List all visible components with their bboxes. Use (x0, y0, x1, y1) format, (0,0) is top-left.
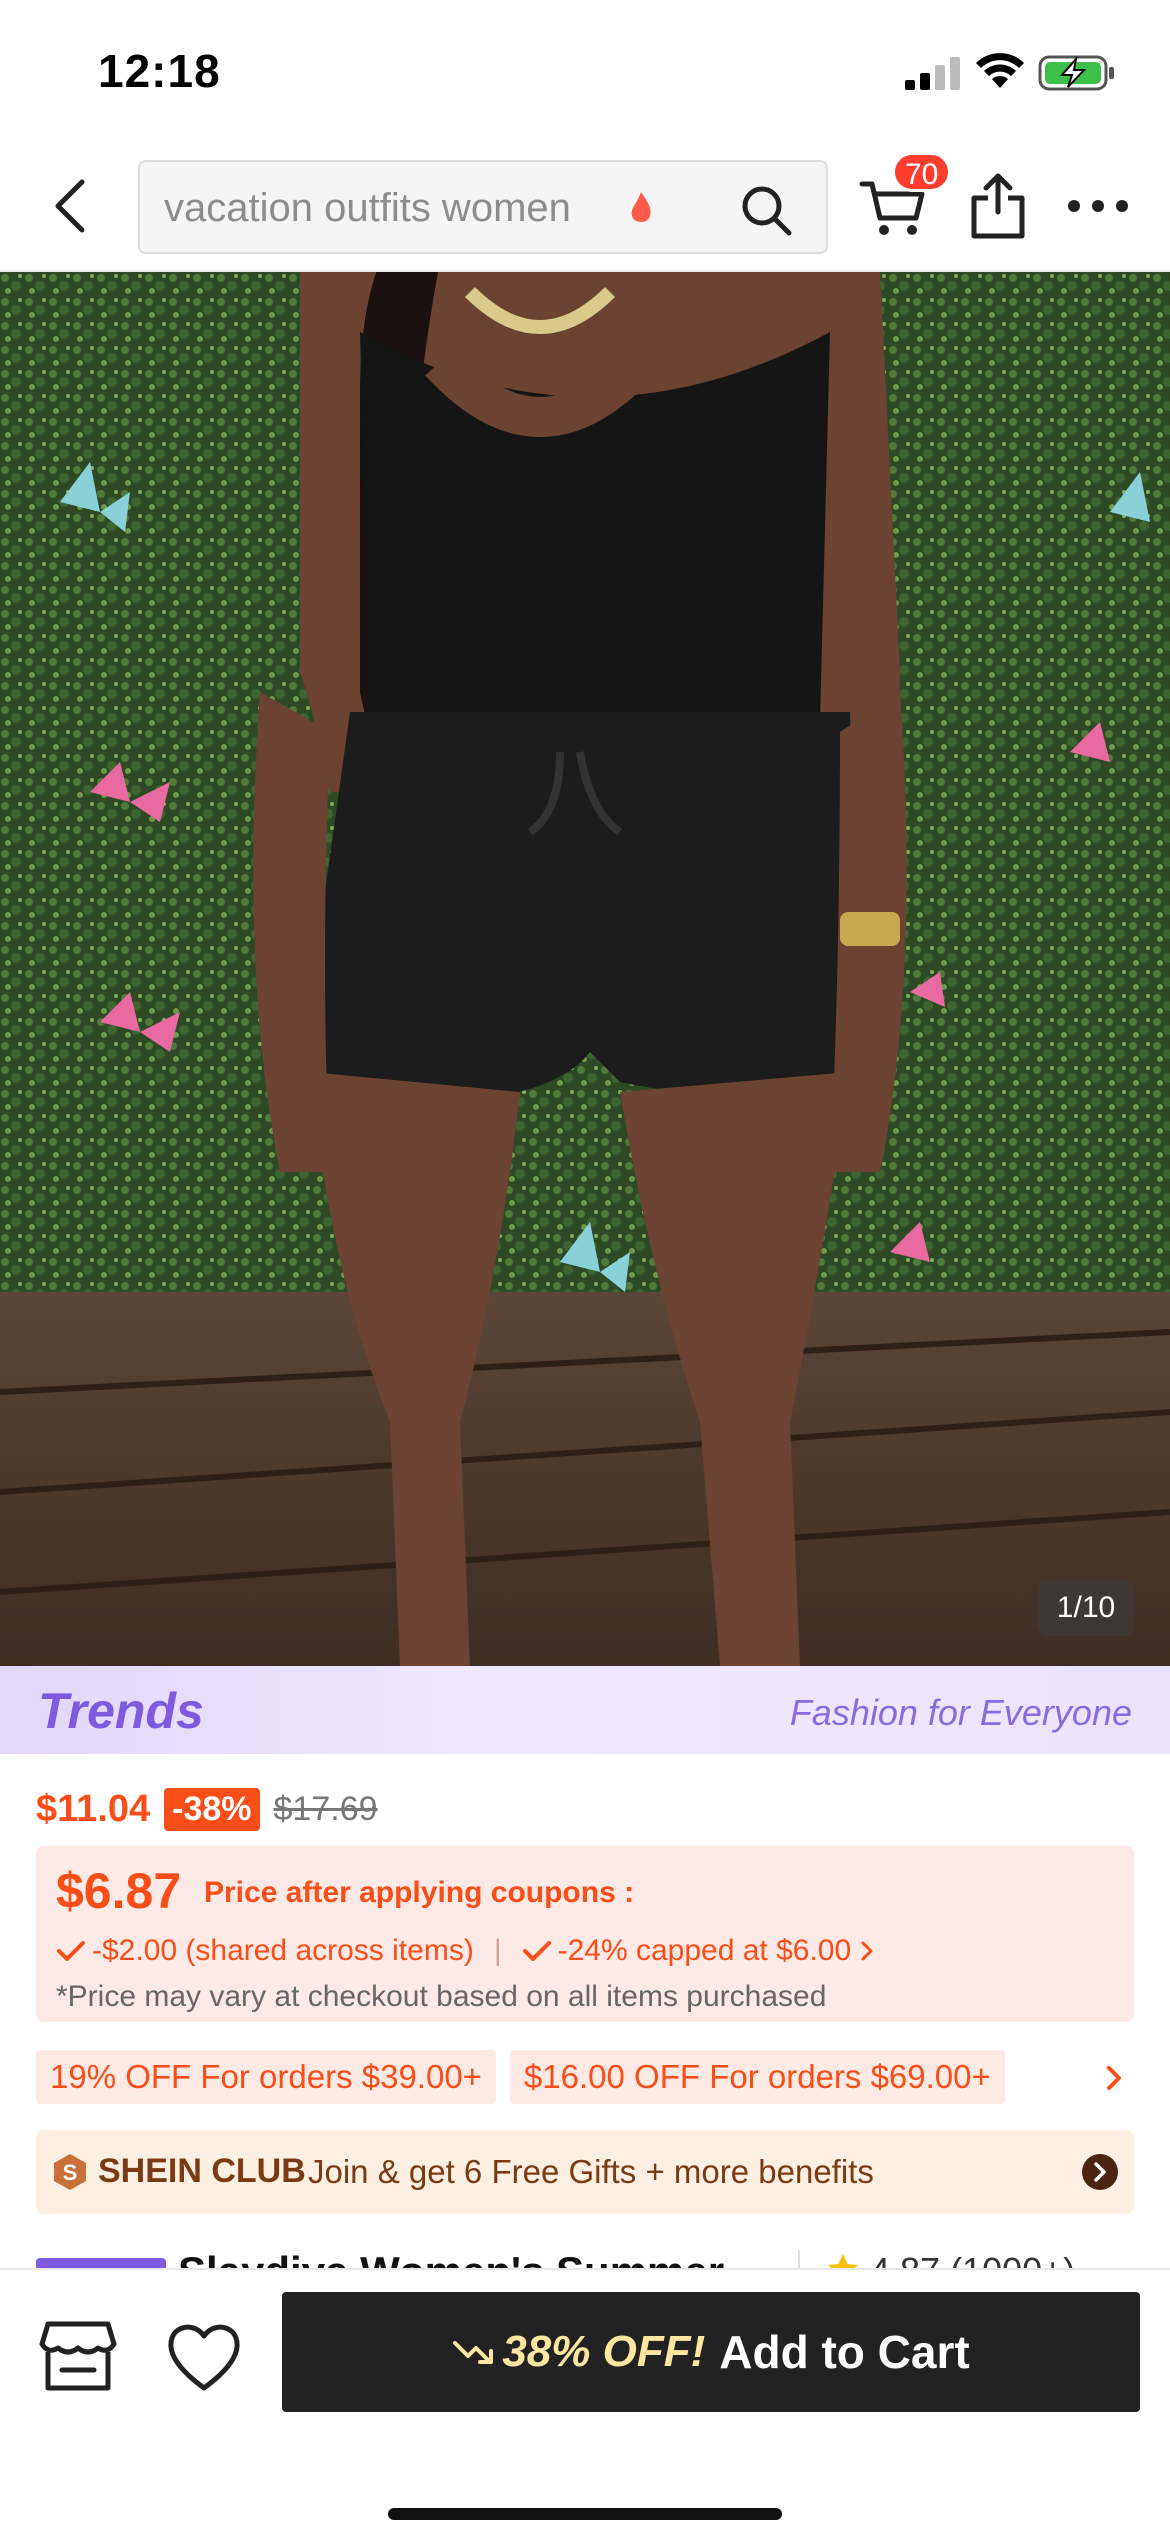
share-icon[interactable] (968, 170, 1028, 240)
club-description: Join & get 6 Free Gifts + more benefits (308, 2153, 874, 2190)
search-icon[interactable] (738, 182, 794, 238)
top-nav-bar: vacation outfits women 70 (0, 140, 1170, 272)
coupon-price-box[interactable]: $6.87 Price after applying coupons : -$2… (36, 1846, 1134, 2022)
club-badge-icon: S (54, 2154, 86, 2190)
heart-icon[interactable] (164, 2320, 244, 2394)
search-query: vacation outfits women (164, 186, 571, 230)
chevron-left-icon[interactable] (44, 176, 100, 236)
chevron-right-icon (861, 1941, 873, 1961)
arrow-right-circle-icon[interactable] (1080, 2152, 1120, 2192)
coupon-price: $6.87 (56, 1863, 182, 1919)
original-price: $17.69 (273, 1789, 378, 1828)
promo-tag[interactable]: $16.00 OFF For orders $69.00+ (509, 2050, 1005, 2104)
product-image[interactable] (0, 272, 1170, 1666)
wifi-icon (976, 53, 1024, 88)
store-icon[interactable] (38, 2318, 118, 2394)
check-icon (522, 1941, 551, 1961)
more-dots-icon[interactable] (1066, 194, 1130, 218)
battery-charging-icon (1038, 55, 1114, 91)
coupon-details[interactable]: -$2.00 (shared across items) | -24% capp… (56, 1934, 875, 1968)
trends-banner[interactable]: Trends Fashion for Everyone (0, 1666, 1170, 1754)
status-bar: 12:18 (0, 0, 1170, 140)
chevron-right-icon[interactable] (1104, 2064, 1124, 2092)
trends-tagline: Fashion for Everyone (789, 1692, 1132, 1733)
add-to-cart-label: Add to Cart (719, 2326, 970, 2378)
bottom-action-bar: 38% OFF! Add to Cart (0, 2268, 1170, 2532)
flame-icon (631, 192, 651, 222)
add-to-cart-button[interactable]: 38% OFF! Add to Cart (282, 2292, 1140, 2412)
current-price: $11.04 (36, 1787, 151, 1830)
coupon-note: *Price may vary at checkout based on all… (56, 1980, 827, 2013)
shein-club-bar[interactable]: S SHEIN CLUB Join & get 6 Free Gifts + m… (36, 2130, 1134, 2214)
discount-badge: -38% (164, 1787, 260, 1831)
status-time: 12:18 (98, 45, 221, 97)
image-counter: 1/10 (1038, 1580, 1134, 1636)
coupon-item-shared: -$2.00 (shared across items) (92, 1934, 474, 1967)
cta-discount: 38% OFF! (502, 2327, 706, 2376)
promo-row[interactable]: 19% OFF For orders $39.00+ $16.00 OFF Fo… (36, 2050, 1134, 2104)
cellular-signal-icon (905, 57, 960, 90)
trend-down-icon (453, 2341, 494, 2364)
home-indicator[interactable] (388, 2508, 782, 2520)
coupon-price-label: Price after applying coupons : (204, 1876, 635, 1909)
check-icon (57, 1941, 85, 1961)
club-name: SHEIN CLUB (98, 2152, 306, 2190)
product-photo (0, 272, 1170, 1666)
svg-text:S: S (63, 2160, 78, 2185)
coupon-item-capped: -24% capped at $6.00 (557, 1934, 852, 1967)
cart-count-badge: 70 (892, 152, 952, 192)
search-input[interactable]: vacation outfits women (138, 160, 828, 254)
price-row: $11.04 -38% $17.69 (36, 1784, 378, 1834)
coupon-separator: | (493, 1934, 502, 1967)
promo-tag[interactable]: 19% OFF For orders $39.00+ (36, 2050, 496, 2104)
trends-logo: Trends (38, 1683, 204, 1739)
